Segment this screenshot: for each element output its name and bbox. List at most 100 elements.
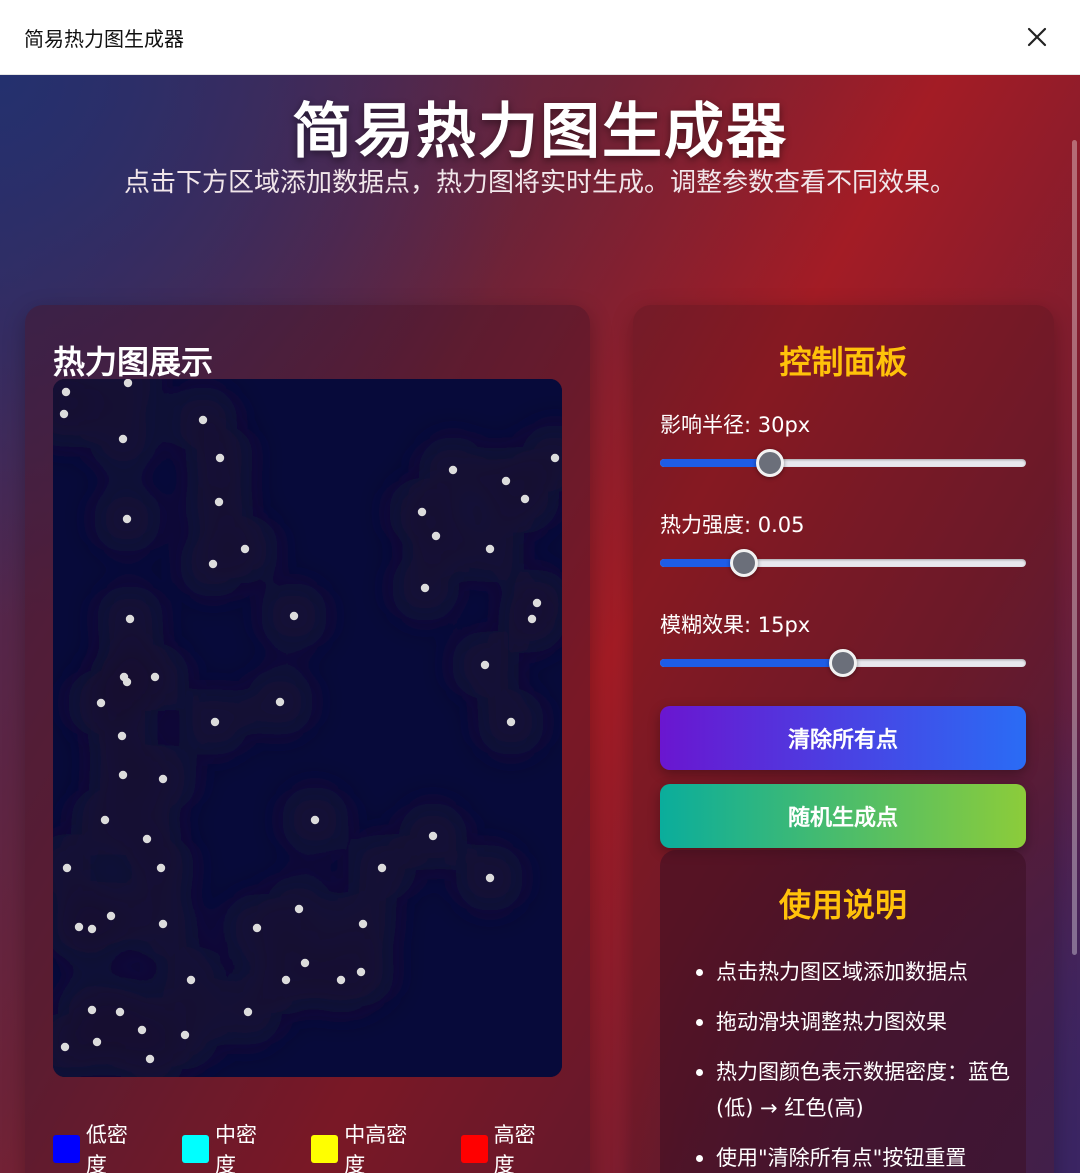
radius-slider-label: 影响半径: 30px	[660, 413, 811, 437]
legend-item-low: 低密度	[53, 1119, 146, 1173]
heatmap-point	[123, 379, 133, 388]
heatmap-point	[62, 863, 72, 873]
heatmap-point	[186, 975, 196, 985]
random-points-button[interactable]: 随机生成点	[660, 784, 1026, 848]
heatmap-point	[281, 975, 291, 985]
heatmap-point	[417, 507, 427, 517]
legend-item-medium: 中密度	[182, 1119, 275, 1173]
intensity-slider[interactable]	[660, 549, 1026, 577]
heatmap-point	[158, 919, 168, 929]
heatmap-point	[198, 415, 208, 425]
heatmap-point	[275, 697, 285, 707]
help-item: 热力图颜色表示数据密度：蓝色(低) → 红色(高)	[696, 1054, 1016, 1126]
heatmap-point	[74, 922, 84, 932]
heatmap-point	[118, 434, 128, 444]
radius-slider-fill	[660, 459, 770, 467]
heatmap-svg	[53, 379, 562, 1077]
heatmap-point	[506, 717, 516, 727]
heatmap-point	[377, 863, 387, 873]
heatmap-panel: 热力图展示 低密度 中密度 中高密度 高密度	[25, 305, 590, 1173]
heatmap-title: 热力图展示	[53, 343, 214, 381]
heatmap-point	[137, 1025, 147, 1035]
heatmap-point	[252, 923, 262, 933]
close-icon	[1027, 27, 1047, 47]
heatmap-point	[420, 583, 430, 593]
intensity-slider-label: 热力强度: 0.05	[660, 513, 805, 537]
heatmap-point	[501, 476, 511, 486]
heatmap-point	[208, 559, 218, 569]
heatmap-point	[117, 731, 127, 741]
heatmap-legend: 低密度 中密度 中高密度 高密度	[53, 1119, 590, 1173]
scrollbar-thumb[interactable]	[1072, 140, 1077, 955]
legend-swatch-low	[53, 1135, 80, 1163]
scrollbar[interactable]	[1068, 75, 1080, 1173]
heatmap-point	[61, 387, 71, 397]
heatmap-point	[150, 672, 160, 682]
radius-slider[interactable]	[660, 449, 1026, 477]
heatmap-point	[59, 409, 69, 419]
heatmap-point	[122, 677, 132, 687]
heatmap-point	[485, 873, 495, 883]
heatmap-point	[520, 494, 530, 504]
help-title: 使用说明	[778, 886, 907, 924]
heatmap-point	[336, 975, 346, 985]
radius-slider-thumb[interactable]	[755, 449, 784, 477]
heatmap-point	[480, 660, 490, 670]
window-title: 简易热力图生成器	[24, 26, 184, 51]
heatmap-point	[310, 815, 320, 825]
help-card: 使用说明 点击热力图区域添加数据点 拖动滑块调整热力图效果 热力图颜色表示数据密…	[660, 850, 1026, 1173]
heatmap-point	[210, 717, 220, 727]
blur-slider[interactable]	[660, 649, 1026, 677]
legend-swatch-high	[460, 1135, 488, 1163]
heatmap-point	[243, 1007, 253, 1017]
close-button[interactable]	[1022, 22, 1052, 52]
heatmap-point	[106, 911, 116, 921]
clear-points-button[interactable]: 清除所有点	[660, 706, 1026, 770]
heatmap-point	[431, 531, 441, 541]
heatmap-point	[118, 770, 128, 780]
help-item: 使用"清除所有点"按钮重置	[696, 1140, 1016, 1173]
heatmap-point	[532, 598, 542, 608]
blur-slider-label: 模糊效果: 15px	[660, 613, 811, 637]
page-subtitle: 点击下方区域添加数据点，热力图将实时生成。调整参数查看不同效果。	[123, 168, 956, 198]
heatmap-point	[300, 958, 310, 968]
heatmap-point	[428, 831, 438, 841]
legend-swatch-medium-high	[311, 1135, 339, 1163]
heatmap-point	[115, 1007, 125, 1017]
legend-item-high: 高密度	[460, 1119, 554, 1173]
heatmap-point	[448, 465, 458, 475]
heatmap-point	[214, 497, 224, 507]
heatmap-point	[215, 453, 225, 463]
heatmap-point	[145, 1054, 155, 1064]
heatmap-point	[294, 904, 304, 914]
heatmap-point	[527, 614, 537, 624]
legend-label-medium: 中密度	[215, 1123, 258, 1173]
heatmap-point	[142, 834, 152, 844]
intensity-slider-thumb[interactable]	[730, 549, 759, 577]
intensity-slider-group: 热力强度: 0.05	[660, 509, 1026, 577]
help-list: 点击热力图区域添加数据点 拖动滑块调整热力图效果 热力图颜色表示数据密度：蓝色(…	[696, 954, 1016, 1173]
help-item: 点击热力图区域添加数据点	[696, 954, 1016, 990]
legend-swatch-medium	[182, 1135, 210, 1163]
app-content: 简易热力图生成器 点击下方区域添加数据点，热力图将实时生成。调整参数查看不同效果…	[0, 75, 1080, 1173]
heatmap-canvas[interactable]	[53, 379, 562, 1077]
legend-item-medium-high: 中高密度	[311, 1119, 424, 1173]
heatmap-point	[358, 919, 368, 929]
heatmap-point	[180, 1030, 190, 1040]
heatmap-point	[289, 611, 299, 621]
heatmap-point	[60, 1042, 70, 1052]
heatmap-point	[158, 774, 168, 784]
page-title: 简易热力图生成器	[292, 97, 788, 167]
heatmap-point	[100, 815, 110, 825]
heatmap-point	[550, 453, 560, 463]
heatmap-point	[156, 863, 166, 873]
blur-slider-fill	[660, 659, 843, 667]
heatmap-point	[96, 698, 106, 708]
legend-label-high: 高密度	[493, 1123, 536, 1173]
heatmap-point	[122, 514, 132, 524]
blur-slider-thumb[interactable]	[829, 649, 857, 677]
control-panel-title: 控制面板	[779, 343, 908, 381]
heatmap-point	[87, 924, 97, 934]
legend-label-medium-high: 中高密度	[344, 1123, 408, 1173]
help-item: 拖动滑块调整热力图效果	[696, 1004, 1016, 1040]
